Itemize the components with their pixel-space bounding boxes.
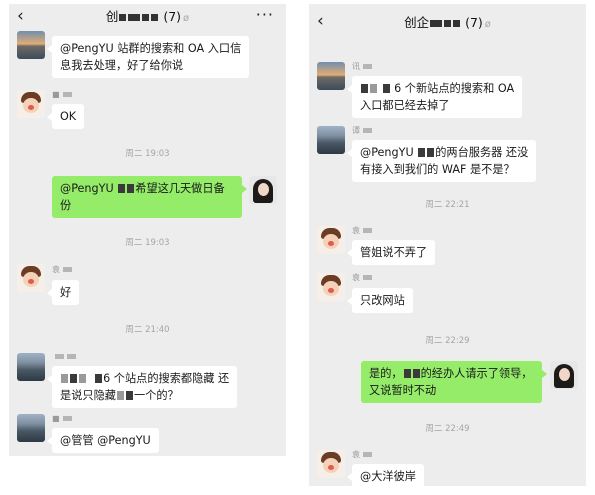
chat-title: 创 (7) ø [9, 8, 286, 28]
timestamp: 周二 22:49 [425, 424, 470, 434]
chat-title: 创企 (7) ø [309, 14, 586, 34]
avatar[interactable] [317, 126, 345, 154]
avatar[interactable] [17, 264, 45, 292]
timestamp: 周二 19:03 [125, 149, 170, 159]
avatar[interactable] [17, 353, 45, 381]
sender-name: 袁 [352, 450, 372, 460]
message-bubble[interactable]: @管管 @PengYU [47, 428, 159, 453]
group-name: 创 [105, 9, 119, 24]
title-bar: ‹ 创企 (7) ø [309, 4, 586, 31]
mute-icon: ø [183, 13, 190, 24]
chat-window-right: ‹ 创企 (7) ø 讯 6 个新站点的搜索和 OA 入口都已经去掉了 谭 @Pe… [309, 4, 586, 486]
message-bubble[interactable]: 管姐说不弄了 [346, 240, 436, 265]
group-name: 创企 [404, 15, 430, 30]
timestamp: 周二 22:21 [425, 200, 470, 210]
title-bar: ‹ 创 (7) ø ··· [9, 4, 286, 30]
sender-name: 袁 [352, 226, 372, 236]
sender-name: 讯 [352, 62, 372, 72]
sender-name: ■ [52, 90, 72, 100]
mute-icon: ø [484, 19, 491, 30]
message-bubble[interactable]: 6 个站点的搜索都隐藏 还 是说只隐藏 一个的？ [46, 366, 238, 408]
avatar[interactable] [317, 226, 345, 254]
more-options-icon[interactable]: ··· [256, 5, 274, 25]
timestamp: 周二 22:29 [425, 336, 470, 346]
timestamp: 周二 21:40 [125, 325, 170, 335]
message-bubble[interactable]: @PengYU 站群的搜索和 OA 入口信 息我去处理，好了给你说 [46, 36, 250, 78]
member-count: (7) [465, 15, 483, 30]
sender-name: ■ [52, 414, 72, 424]
chat-window-left: ‹ 创 (7) ø ··· @PengYU 站群的搜索和 OA 入口信 息我去处理… [9, 4, 286, 456]
message-bubble[interactable]: 6 个新站点的搜索和 OA 入口都已经去掉了 [346, 76, 523, 118]
message-bubble[interactable]: OK [46, 104, 85, 129]
sender-name: 袁 [352, 273, 372, 283]
avatar[interactable] [550, 361, 578, 389]
message-bubble[interactable]: 好 [46, 280, 80, 305]
avatar[interactable] [317, 273, 345, 301]
message-bubble[interactable]: @PengYU 希望这几天做日备 份 [52, 176, 247, 218]
avatar[interactable] [249, 176, 277, 204]
avatar[interactable] [17, 31, 45, 59]
message-bubble[interactable]: @PengYU 的两台服务器 还没 有接入到我们的 WAF 是不是？ [346, 140, 537, 182]
avatar[interactable] [17, 90, 45, 118]
sender-name [52, 352, 76, 362]
message-bubble[interactable]: @大洋彼岸 [347, 464, 424, 486]
avatar[interactable] [17, 414, 45, 442]
member-count: (7) [163, 9, 182, 24]
sender-name: 谭 [352, 126, 372, 136]
message-bubble[interactable]: 只改网站 [347, 288, 413, 313]
avatar[interactable] [317, 450, 345, 478]
sender-name: 袁 [52, 265, 72, 275]
message-bubble[interactable]: 是的， 的经办人请示了领导， 又说暂时不动 [361, 361, 547, 403]
avatar[interactable] [317, 62, 345, 90]
timestamp: 周二 19:03 [125, 238, 170, 248]
